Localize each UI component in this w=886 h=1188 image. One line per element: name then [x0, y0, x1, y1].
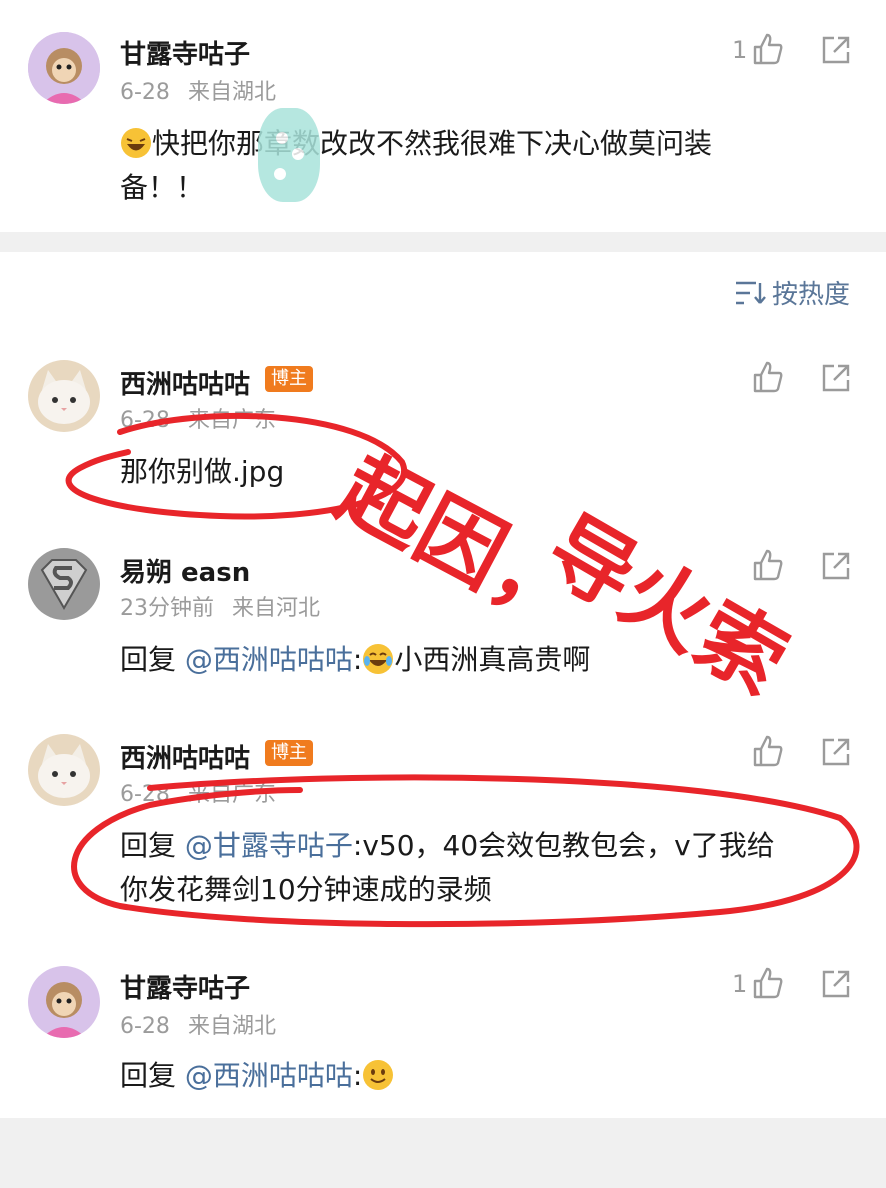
cat-avatar-icon: [28, 360, 100, 432]
comment-meta: 6-28 来自湖北: [120, 74, 276, 106]
avatar[interactable]: [28, 360, 100, 432]
thumbs-up-icon[interactable]: [752, 734, 784, 768]
mosaic-blur: [258, 108, 320, 202]
comment-date: 23分钟前: [120, 596, 214, 621]
comment-location: 来自广东: [187, 782, 276, 807]
comment-text: 回复 @西洲咕咕咕:: [120, 1054, 394, 1098]
thumbs-up-icon[interactable]: [752, 966, 784, 1000]
avatar[interactable]: [28, 548, 100, 620]
share-icon[interactable]: [820, 34, 852, 66]
avatar[interactable]: [28, 966, 100, 1038]
comment-location: 来自湖北: [187, 1014, 276, 1039]
section-divider: [0, 232, 886, 252]
superman-avatar-icon: [28, 548, 100, 620]
comment-text: 快把你那章数改改不然我很难下决心做莫问装 备！！: [120, 127, 713, 204]
top-comment-card: 甘露寺咕子 6-28 来自湖北 1 快把你那章数改改不然我很难下决心做莫问装 备！…: [0, 0, 886, 232]
comment-location: 来自湖北: [187, 80, 276, 105]
mention-link[interactable]: @西洲咕咕咕: [185, 1059, 353, 1092]
share-icon[interactable]: [820, 968, 852, 1000]
comment-date: 6-28: [120, 1014, 170, 1039]
avatar[interactable]: [28, 734, 100, 806]
share-icon[interactable]: [820, 550, 852, 582]
share-icon[interactable]: [820, 362, 852, 394]
username[interactable]: 西洲咕咕咕: [120, 738, 250, 775]
comment-text: 回复 @甘露寺咕子:v50，40会效包教包会，v了我给 你发花舞剑10分钟速成的…: [120, 829, 775, 906]
bottom-divider: [0, 1118, 886, 1188]
comment-location: 来自广东: [187, 408, 276, 433]
blogger-badge: 博主: [265, 740, 313, 766]
like-count: 1: [732, 970, 748, 998]
sort-icon: [736, 281, 766, 305]
blogger-badge: 博主: [265, 366, 313, 392]
comment-meta: 23分钟前 来自河北: [120, 590, 320, 622]
comment-date: 6-28: [120, 782, 170, 807]
mention-link[interactable]: @西洲咕咕咕: [185, 643, 353, 676]
comment-meta: 6-28 来自广东: [120, 776, 276, 808]
comment-text: 回复 @西洲咕咕咕: 小西洲真高贵啊: [120, 643, 591, 676]
sort-toggle[interactable]: 按热度: [734, 274, 850, 311]
monkey-avatar-icon: [28, 966, 100, 1038]
thumbs-up-icon[interactable]: [752, 32, 784, 66]
username[interactable]: 西洲咕咕咕: [120, 364, 250, 401]
comment-date: 6-28: [120, 80, 170, 105]
laughing-emoji-icon: [121, 128, 151, 158]
comment-text: 那你别做.jpg: [120, 455, 285, 488]
laughing-tears-emoji-icon: [363, 644, 394, 674]
username[interactable]: 甘露寺咕子: [120, 968, 250, 1005]
comment-date: 6-28: [120, 408, 170, 433]
smile-emoji-icon: [363, 1060, 394, 1090]
comment-meta: 6-28 来自广东: [120, 402, 276, 434]
cat-avatar-icon: [28, 734, 100, 806]
like-count: 1: [732, 36, 748, 64]
thumbs-up-icon[interactable]: [752, 360, 784, 394]
share-icon[interactable]: [820, 736, 852, 768]
avatar[interactable]: [28, 32, 100, 104]
monkey-avatar-icon: [28, 32, 100, 104]
username[interactable]: 甘露寺咕子: [120, 34, 250, 71]
username[interactable]: 易朔 easn: [120, 552, 250, 589]
mention-link[interactable]: @甘露寺咕子: [185, 829, 353, 862]
comment-location: 来自河北: [232, 596, 321, 621]
comment-meta: 6-28 来自湖北: [120, 1008, 276, 1040]
